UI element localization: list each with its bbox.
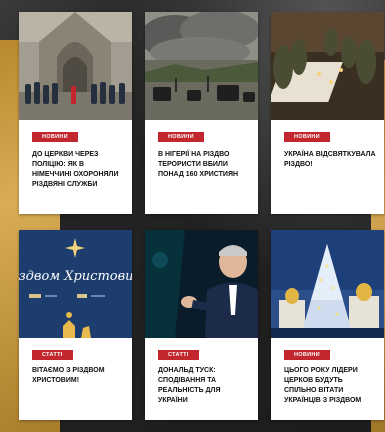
category-badge[interactable]: НОВИНИ (32, 132, 78, 142)
news-card-ukraine-christmas[interactable]: НОВИНИ УКРАЇНА ВІДСВЯТКУВАЛА РІЗДВО! (271, 12, 384, 214)
card-image-nigeria-smoke[interactable] (145, 12, 258, 120)
category-badge[interactable]: СТАТТІ (32, 350, 73, 360)
category-badge[interactable]: НОВИНИ (284, 350, 330, 360)
card-image-soldiers-dinner[interactable] (271, 12, 384, 120)
card-title[interactable]: ДОНАЛЬД ТУСК: СПОДІВАННЯ ТА РЕАЛЬНІСТЬ Д… (158, 366, 250, 406)
greeting-script-text: Різдвом Христовим (19, 269, 132, 284)
card-title[interactable]: ВІТАЄМО З РІЗДВОМ ХРИСТОВИМ! (32, 366, 124, 386)
news-card-nigeria[interactable]: НОВИНИ В НІГЕРІЇ НА РІЗДВО ТЕРОРИСТИ ВБИ… (145, 12, 258, 214)
card-image-christmas-greeting[interactable]: Різдвом Христовим (19, 230, 132, 338)
card-title[interactable]: ЦЬОГО РОКУ ЛІДЕРИ ЦЕРКОВ БУДУТЬ СПІЛЬНО … (284, 366, 376, 406)
article-card-christmas-greeting[interactable]: Різдвом Христовим СТАТТІ ВІТАЄМО З РІЗДВ… (19, 230, 132, 420)
category-badge[interactable]: СТАТТІ (158, 350, 199, 360)
article-card-tusk[interactable]: СТАТТІ ДОНАЛЬД ТУСК: СПОДІВАННЯ ТА РЕАЛЬ… (145, 230, 258, 420)
category-badge[interactable]: НОВИНИ (284, 132, 330, 142)
news-card-germany-church[interactable]: НОВИНИ ДО ЦЕРКВИ ЧЕРЕЗ ПОЛІЦІЮ: ЯК В НІМ… (19, 12, 132, 214)
card-title[interactable]: ДО ЦЕРКВИ ЧЕРЕЗ ПОЛІЦІЮ: ЯК В НІМЕЧЧИНІ … (32, 150, 124, 190)
news-card-church-leaders[interactable]: НОВИНИ ЦЬОГО РОКУ ЛІДЕРИ ЦЕРКОВ БУДУТЬ С… (271, 230, 384, 420)
card-title[interactable]: В НІГЕРІЇ НА РІЗДВО ТЕРОРИСТИ ВБИЛИ ПОНА… (158, 150, 250, 180)
card-image-tusk-speaking[interactable] (145, 230, 258, 338)
card-image-christmas-tree-sofia[interactable] (271, 230, 384, 338)
category-badge[interactable]: НОВИНИ (158, 132, 204, 142)
card-image-cathedral-police[interactable] (19, 12, 132, 120)
card-title[interactable]: УКРАЇНА ВІДСВЯТКУВАЛА РІЗДВО! (284, 150, 376, 170)
